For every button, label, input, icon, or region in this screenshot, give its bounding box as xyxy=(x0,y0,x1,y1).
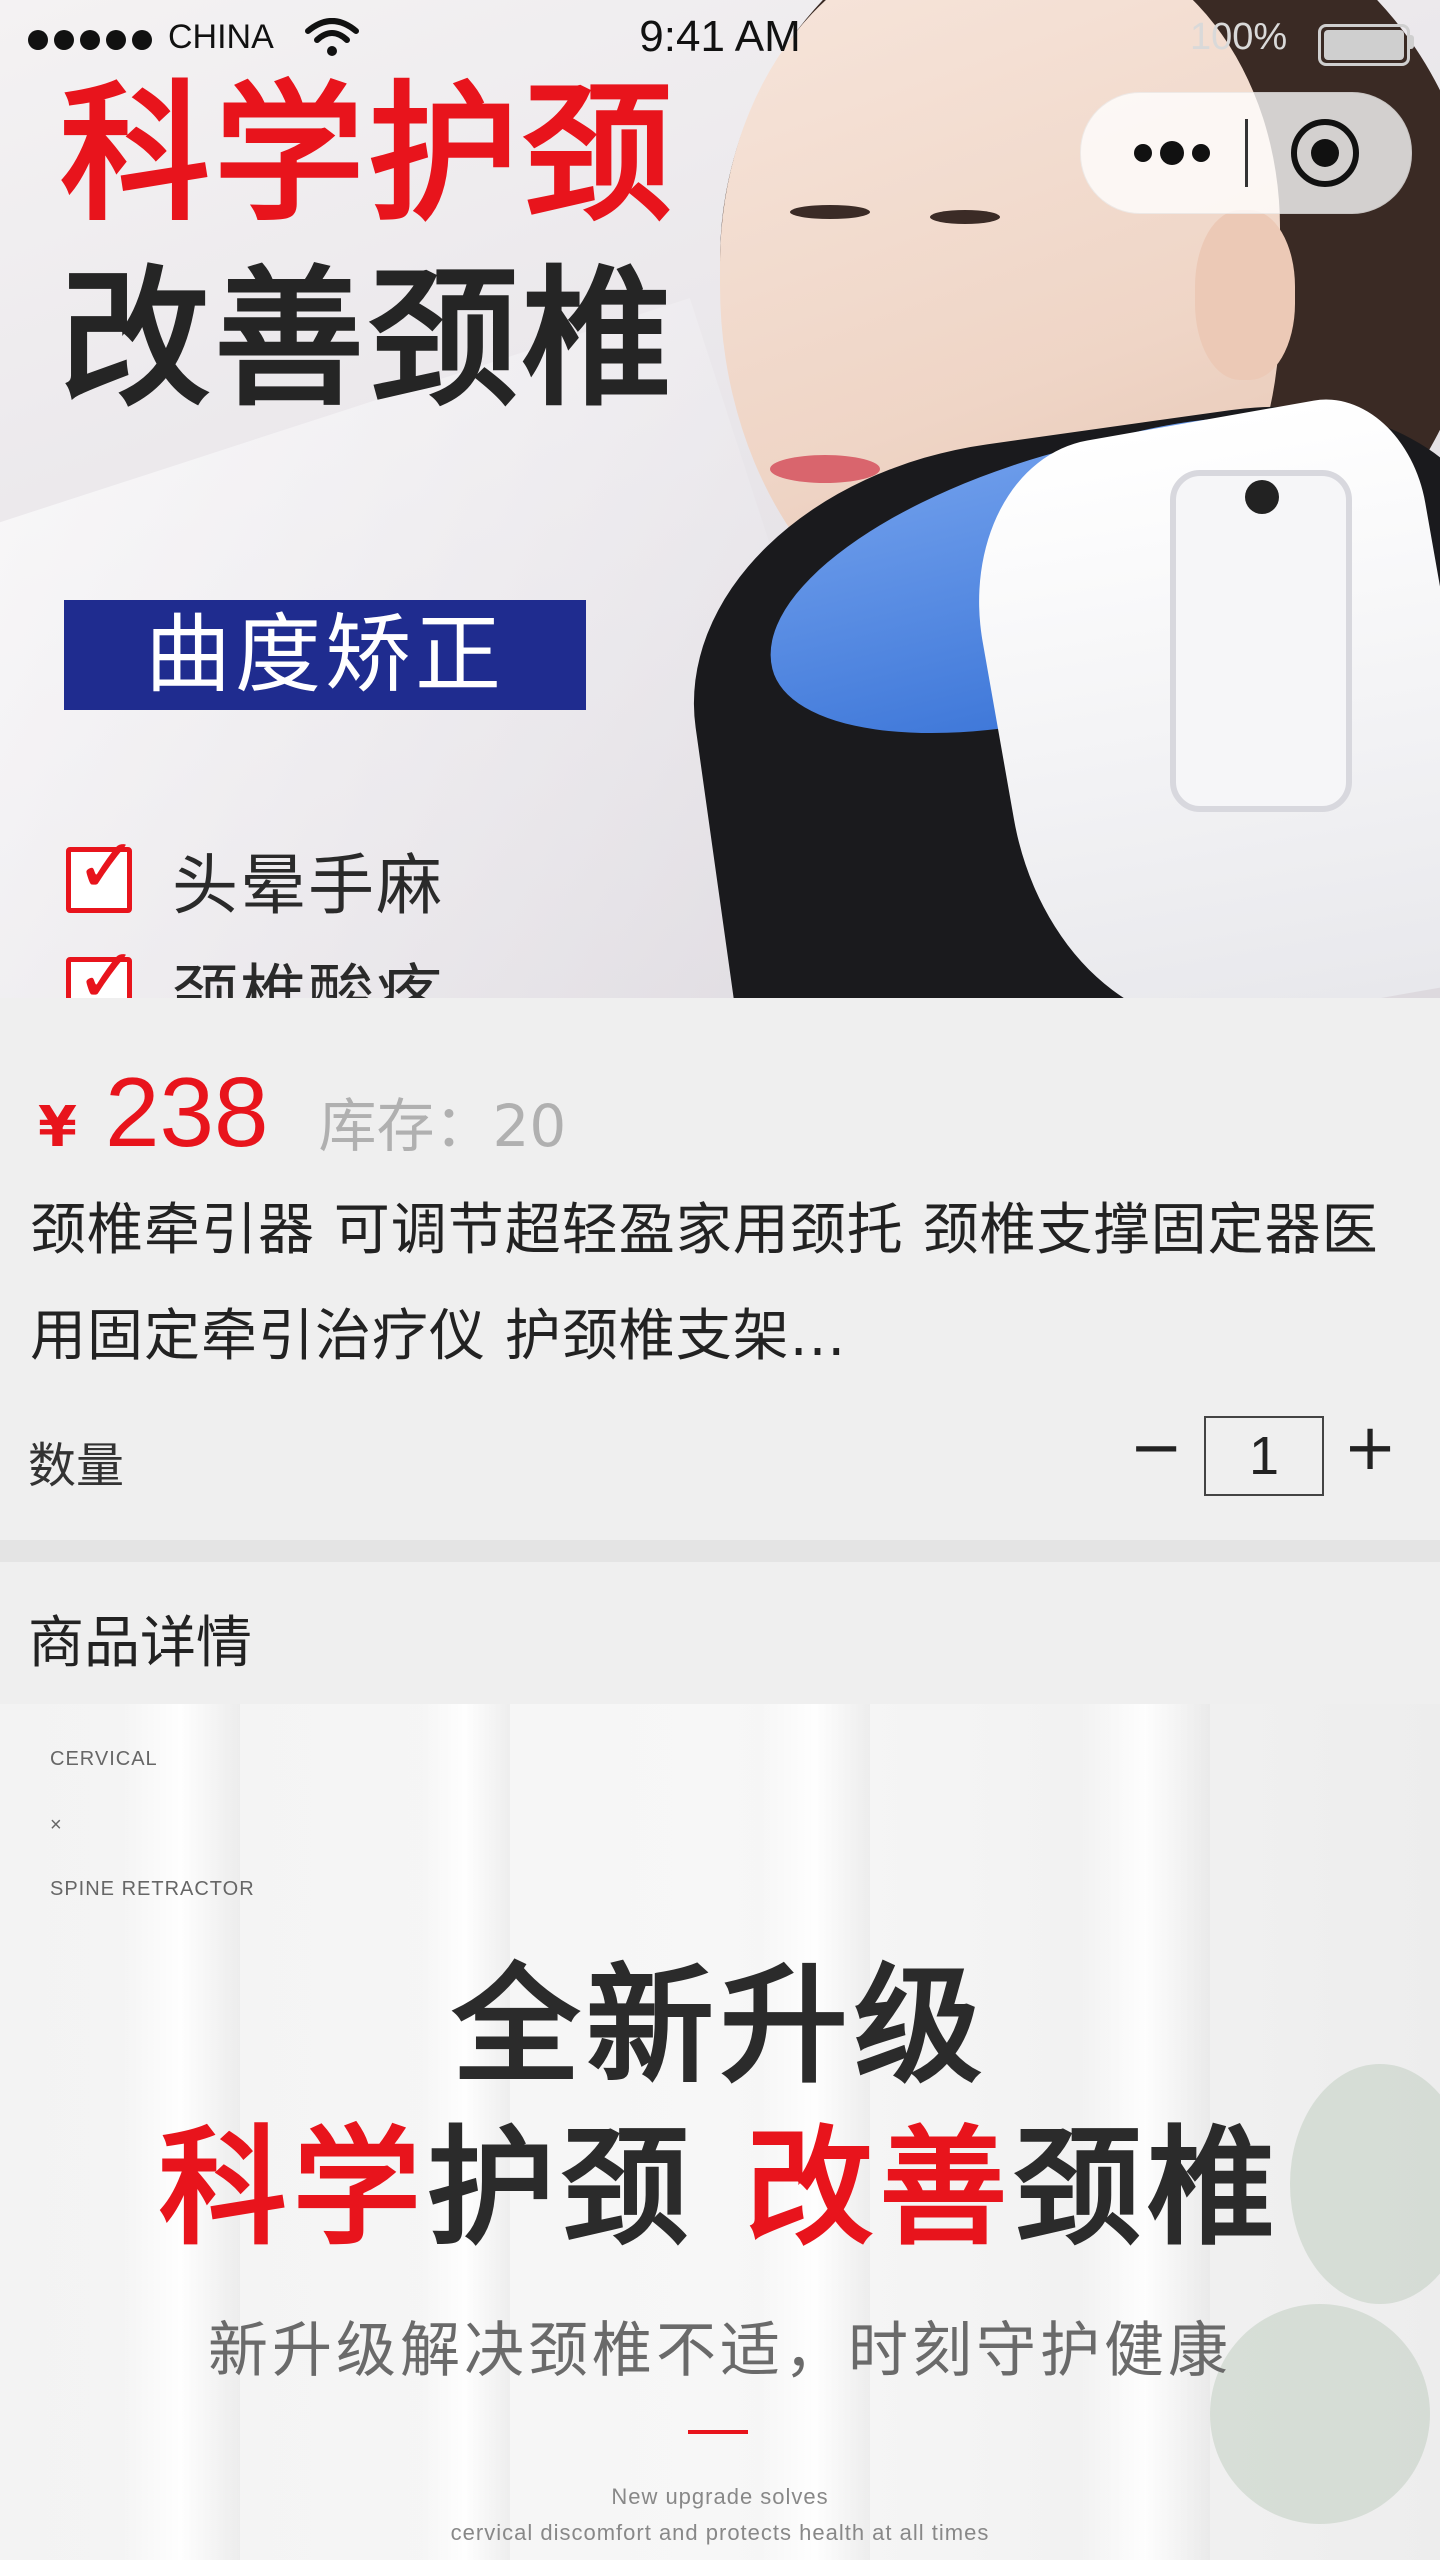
hero-check-text: 头晕手麻 xyxy=(172,847,444,924)
stock-count: 库存：20 xyxy=(318,1092,567,1160)
quantity-increase-button[interactable]: + xyxy=(1342,1408,1398,1488)
model-lips xyxy=(770,455,880,483)
more-dots-icon xyxy=(1192,144,1210,162)
hero-headline-dark: 改善颈椎 xyxy=(60,253,677,427)
detail-heading-line1: 全新升级 xyxy=(451,1952,988,2101)
detail-tag: SPINE RETRACTOR xyxy=(50,1878,255,1900)
hero-check-item: ✓ 颈椎酸疼 xyxy=(66,938,444,998)
product-detail-page: 科学护颈 改善颈椎 曲度矫正 ✓ 头晕手麻 ✓ 颈椎酸疼 CHINA 9:41 … xyxy=(0,0,1440,2560)
quantity-decrease-button[interactable]: − xyxy=(1128,1408,1184,1488)
status-bar: CHINA 9:41 AM 100% xyxy=(0,0,1440,78)
model-ear xyxy=(1195,210,1295,380)
product-detail-image: CERVICAL × SPINE RETRACTOR 全新升级 科学护颈 改善颈… xyxy=(0,1704,1440,2560)
model-left-eye xyxy=(790,205,870,219)
detail-heading-red: 改善 xyxy=(745,2114,1014,2263)
detail-heading-line2: 科学护颈 改善颈椎 xyxy=(0,2084,1440,2269)
detail-english-line: New upgrade solves xyxy=(611,2484,829,2509)
battery-icon xyxy=(1318,24,1410,66)
detail-divider xyxy=(688,2430,748,2434)
product-price: 238 xyxy=(104,1057,269,1167)
product-title: 颈椎牵引器 可调节超轻盈家用颈托 颈椎支撑固定器医用固定牵引治疗仪 护颈椎支架.… xyxy=(30,1198,1379,1369)
detail-heading-dark: 护颈 xyxy=(426,2114,746,2263)
section-separator xyxy=(0,1540,1440,1562)
price-row: ¥ 238 库存：20 xyxy=(38,1056,566,1169)
quantity-input[interactable] xyxy=(1204,1416,1324,1496)
hero-badge: 曲度矫正 xyxy=(64,600,586,710)
detail-english-line: cervical discomfort and protects health … xyxy=(450,2520,990,2545)
product-info-section: ¥ 238 库存：20 颈椎牵引器 可调节超轻盈家用颈托 颈椎支撑固定器医用固定… xyxy=(0,998,1440,1538)
battery-tip xyxy=(1408,35,1414,49)
detail-heading-dark: 颈椎 xyxy=(1013,2114,1282,2263)
neck-brace-adjuster xyxy=(1170,470,1352,812)
model-right-eye xyxy=(930,210,1000,224)
detail-tag-separator: × xyxy=(50,1814,63,1836)
more-options-button[interactable] xyxy=(1127,93,1217,213)
detail-tag: CERVICAL xyxy=(50,1748,158,1770)
detail-subtitle: 新升级解决颈椎不适，时刻守护健康 xyxy=(208,2316,1232,2386)
more-dots-icon xyxy=(1134,144,1152,162)
checkbox-icon: ✓ xyxy=(66,938,139,998)
currency-symbol: ¥ xyxy=(38,1095,77,1160)
battery-percentage: 100% xyxy=(1190,16,1288,58)
details-section-title: 商品详情 xyxy=(28,1611,252,1676)
hero-check-item: ✓ 头晕手麻 xyxy=(66,828,444,928)
hero-headline-red: 科学护颈 xyxy=(60,68,677,242)
checkbox-icon: ✓ xyxy=(66,828,139,913)
neck-brace-adjuster-knob xyxy=(1245,480,1279,514)
mini-program-capsule xyxy=(1080,92,1412,214)
detail-heading-red: 科学 xyxy=(158,2114,427,2263)
more-dots-icon xyxy=(1160,141,1184,165)
capsule-divider xyxy=(1245,119,1248,187)
hero-check-text: 颈椎酸疼 xyxy=(172,957,444,998)
close-mini-program-button[interactable] xyxy=(1291,119,1359,187)
quantity-label: 数量 xyxy=(28,1438,125,1494)
